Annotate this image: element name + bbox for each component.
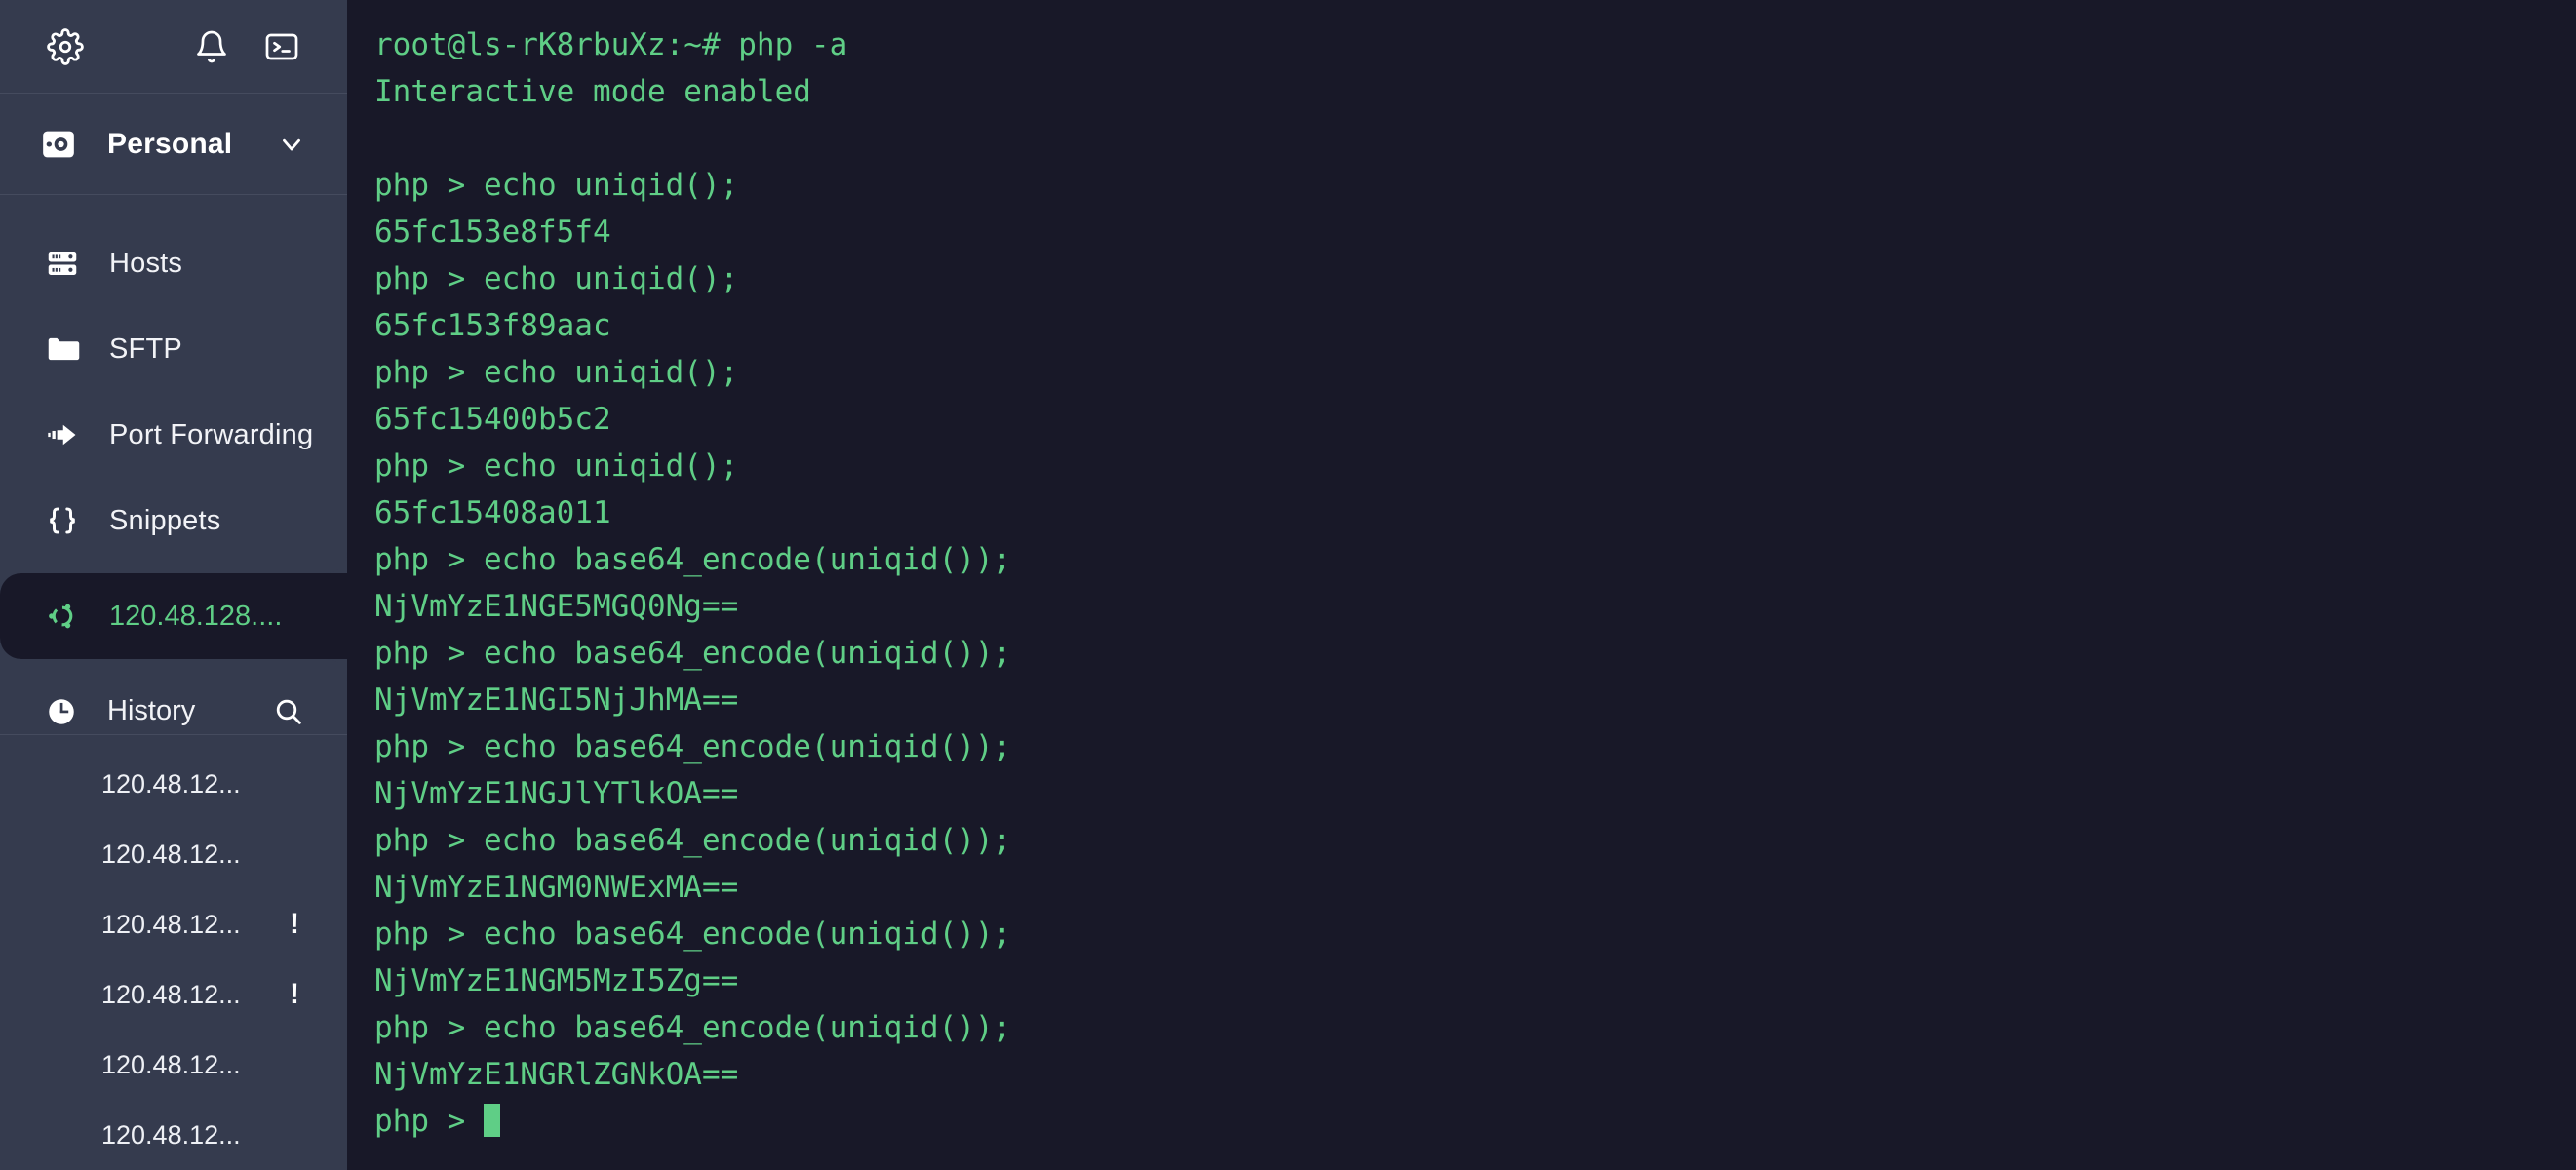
history-item-label: 120.48.12... [101, 768, 241, 799]
clock-icon [41, 691, 82, 732]
terminal-line: NjVmYzE1NGM0NWExMA== [374, 870, 739, 905]
terminal-line: php > echo base64_encode(uniqid()); [374, 729, 1012, 764]
sidebar-item-sftp[interactable]: SFTP [0, 306, 347, 392]
history-item-label: 120.48.12... [101, 909, 241, 939]
terminal-line: php > echo base64_encode(uniqid()); [374, 1010, 1012, 1045]
vault-label: Personal [107, 127, 233, 160]
terminal-line: NjVmYzE1NGM5MzI5Zg== [374, 963, 739, 998]
sidebar-item-label: Hosts [109, 247, 183, 279]
terminal-output: root@ls-rK8rbuXz:~# php -a Interactive mo… [374, 21, 2576, 1145]
sidebar-item-hosts[interactable]: Hosts [0, 220, 347, 306]
terminal-line: php > echo base64_encode(uniqid()); [374, 823, 1012, 858]
history-header: History [0, 688, 347, 735]
terminal-prompt-line: php > [374, 1098, 2576, 1145]
history-item-label: 120.48.12... [101, 1049, 241, 1079]
terminal-line: Interactive mode enabled [374, 74, 811, 109]
terminal-line: NjVmYzE1NGI5NjJhMA== [374, 682, 739, 718]
terminal-line: NjVmYzE1NGJlYTlkOA== [374, 776, 739, 811]
terminal-line: NjVmYzE1NGE5MGQ0Ng== [374, 589, 739, 624]
terminal-icon[interactable] [259, 24, 304, 69]
history-item-label: 120.48.12... [101, 1119, 241, 1150]
terminal-line: php > echo base64_encode(uniqid()); [374, 916, 1012, 952]
sidebar-topbar [0, 0, 347, 94]
bell-icon[interactable] [189, 24, 234, 69]
terminal-line: php > echo uniqid(); [374, 355, 739, 390]
sidebar-item-label: SFTP [109, 332, 182, 365]
vault-selector[interactable]: Personal [0, 94, 347, 195]
folder-icon [41, 328, 84, 370]
history-item-label: 120.48.12... [101, 838, 241, 869]
status-badge: ! [290, 908, 299, 940]
terminal-line: NjVmYzE1NGRlZGNkOA== [374, 1057, 739, 1092]
terminal-line: php > echo base64_encode(uniqid()); [374, 542, 1012, 577]
terminal-line: php > echo base64_encode(uniqid()); [374, 636, 1012, 671]
terminal-line: php > echo uniqid(); [374, 261, 739, 296]
list-item[interactable]: 120.48.12... [0, 819, 347, 889]
sidebar-item-active-session[interactable]: 120.48.128.... [0, 552, 347, 681]
terminal-line: 65fc153e8f5f4 [374, 214, 611, 250]
terminal-pane[interactable]: root@ls-rK8rbuXz:~# php -a Interactive mo… [347, 0, 2576, 1170]
sidebar-item-snippets[interactable]: Snippets [0, 478, 347, 564]
history-title: History [107, 695, 196, 726]
search-icon[interactable] [269, 692, 308, 731]
status-badge: ! [290, 978, 299, 1010]
history-list: 120.48.12... 120.48.12... 120.48.12... !… [0, 735, 347, 1170]
sidebar-item-port-forwarding[interactable]: Port Forwarding [0, 392, 347, 478]
list-item[interactable]: 120.48.12... [0, 749, 347, 819]
list-item[interactable]: 120.48.12... ! [0, 959, 347, 1030]
terminal-line: php > echo uniqid(); [374, 168, 739, 203]
sidebar-item-label: Snippets [109, 504, 221, 536]
chevron-down-icon[interactable] [275, 128, 308, 161]
list-item[interactable]: 120.48.12... [0, 1100, 347, 1170]
terminal-cursor [483, 1104, 500, 1137]
sidebar-nav: Hosts SFTP Port Forwarding Snippets 120.… [0, 195, 347, 681]
active-session-label: 120.48.128.... [109, 600, 283, 632]
terminal-line: 65fc15408a011 [374, 495, 611, 530]
sidebar-item-label: Port Forwarding [109, 418, 314, 450]
terminal-line: root@ls-rK8rbuXz:~# php -a [374, 27, 848, 62]
server-icon [41, 242, 84, 285]
terminal-line: 65fc15400b5c2 [374, 402, 611, 437]
gear-icon[interactable] [43, 24, 88, 69]
safe-icon [37, 123, 80, 166]
terminal-line: php > echo uniqid(); [374, 448, 739, 484]
forward-arrow-icon [41, 413, 84, 456]
terminal-prompt: php > [374, 1104, 484, 1139]
list-item[interactable]: 120.48.12... ! [0, 889, 347, 959]
ubuntu-icon [41, 595, 84, 638]
braces-icon [41, 499, 84, 542]
history-item-label: 120.48.12... [101, 979, 241, 1009]
terminal-line: 65fc153f89aac [374, 308, 611, 343]
app-window: Personal Hosts SFTP Port Forwarding Snip… [0, 0, 2576, 1170]
list-item[interactable]: 120.48.12... [0, 1030, 347, 1100]
sidebar: Personal Hosts SFTP Port Forwarding Snip… [0, 0, 347, 1170]
